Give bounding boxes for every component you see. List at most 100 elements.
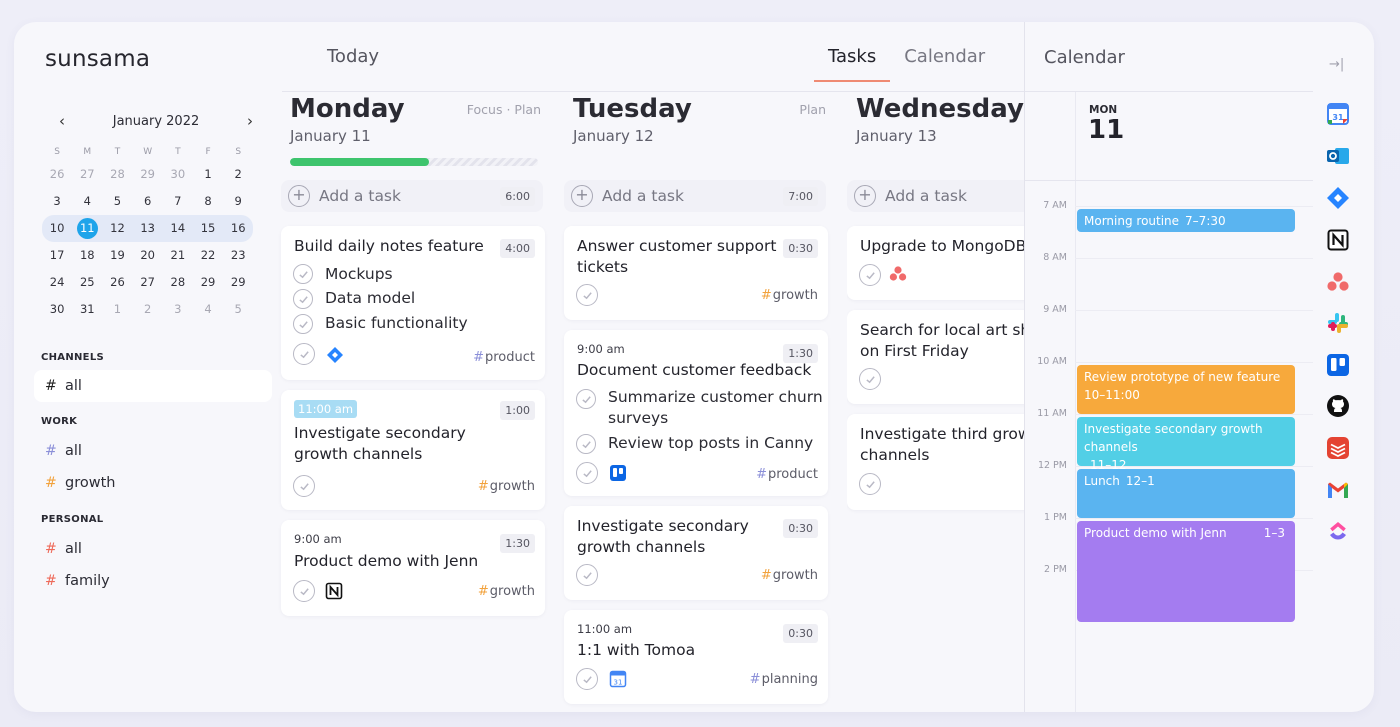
channel-tag[interactable]: #planning xyxy=(750,672,818,687)
calendar-day[interactable]: 29 xyxy=(133,161,163,188)
complete-task-checkbox[interactable] xyxy=(293,343,315,365)
calendar-day[interactable]: 11 xyxy=(72,215,103,242)
subtask-checkbox[interactable] xyxy=(576,389,596,409)
day-actions[interactable]: Plan xyxy=(799,102,826,117)
google-calendar-icon[interactable]: 31 xyxy=(1326,102,1350,126)
subtask-checkbox[interactable] xyxy=(293,264,313,284)
calendar-day[interactable]: 5 xyxy=(102,188,132,215)
calendar-day[interactable]: 5 xyxy=(223,296,253,323)
subtask-checkbox[interactable] xyxy=(293,289,313,309)
calendar-day[interactable]: 27 xyxy=(72,161,102,188)
asana-icon[interactable] xyxy=(1326,270,1350,294)
calendar-day[interactable]: 31 xyxy=(72,296,102,323)
complete-task-checkbox[interactable] xyxy=(293,580,315,602)
calendar-day[interactable]: 6 xyxy=(133,188,163,215)
calendar-day[interactable]: 25 xyxy=(72,269,102,296)
calendar-day[interactable]: 12 xyxy=(102,215,133,242)
add-task-button[interactable]: + Add a task 7:00 xyxy=(564,180,826,212)
calendar-day[interactable]: 23 xyxy=(223,242,253,269)
personal-channel-all[interactable]: # all xyxy=(34,533,272,565)
calendar-day[interactable]: 28 xyxy=(102,161,132,188)
calendar-day[interactable]: 15 xyxy=(192,215,224,242)
calendar-day[interactable]: 27 xyxy=(133,269,163,296)
calendar-event[interactable]: Morning routine 7–7:30 xyxy=(1077,209,1295,232)
collapse-panel-icon[interactable]: →| xyxy=(1329,57,1344,72)
calendar-day[interactable]: 18 xyxy=(72,242,102,269)
tab-calendar[interactable]: Calendar xyxy=(890,22,999,82)
calendar-day[interactable]: 16 xyxy=(223,215,254,242)
complete-task-checkbox[interactable] xyxy=(576,462,598,484)
calendar-day[interactable]: 1 xyxy=(102,296,132,323)
calendar-event[interactable]: Review prototype of new feature 10–11:00 xyxy=(1077,365,1295,414)
clickup-icon[interactable] xyxy=(1326,519,1350,543)
subtask-checkbox[interactable] xyxy=(576,434,596,454)
calendar-day[interactable]: 9 xyxy=(223,188,253,215)
todoist-icon[interactable] xyxy=(1326,436,1350,460)
calendar-day[interactable]: 2 xyxy=(133,296,163,323)
task-card[interactable]: Search for local art sho on First Friday xyxy=(847,310,1024,404)
calendar-day[interactable]: 30 xyxy=(42,296,72,323)
gmail-icon[interactable] xyxy=(1326,478,1350,502)
calendar-event[interactable]: Product demo with Jenn 1–3 xyxy=(1077,521,1295,622)
channel-tag[interactable]: #growth xyxy=(478,479,535,494)
calendar-day[interactable]: 29 xyxy=(223,269,253,296)
complete-task-checkbox[interactable] xyxy=(293,475,315,497)
prev-month-button[interactable]: ‹ xyxy=(54,112,70,130)
channel-tag[interactable]: #product xyxy=(756,467,818,482)
complete-task-checkbox[interactable] xyxy=(576,668,598,690)
calendar-day[interactable]: 20 xyxy=(133,242,163,269)
calendar-day[interactable]: 17 xyxy=(42,242,72,269)
calendar-day[interactable]: 3 xyxy=(163,296,193,323)
tab-tasks[interactable]: Tasks xyxy=(814,22,891,82)
calendar-day[interactable]: 19 xyxy=(102,242,132,269)
calendar-day[interactable]: 24 xyxy=(42,269,72,296)
calendar-day[interactable]: 1 xyxy=(193,161,223,188)
calendar-day[interactable]: 13 xyxy=(132,215,163,242)
add-task-button[interactable]: + Add a task xyxy=(847,180,1024,212)
work-channel-growth[interactable]: # growth xyxy=(34,467,272,499)
calendar-day[interactable]: 4 xyxy=(193,296,223,323)
task-card[interactable]: 11:00 am 0:30 1:1 with Tomoa 31 #plannin… xyxy=(564,610,828,704)
outlook-icon[interactable] xyxy=(1326,144,1350,168)
next-month-button[interactable]: › xyxy=(242,112,258,130)
task-card[interactable]: Investigate third growt channels xyxy=(847,414,1024,510)
channel-tag[interactable]: #growth xyxy=(761,288,818,303)
calendar-day[interactable]: 14 xyxy=(162,215,193,242)
complete-task-checkbox[interactable] xyxy=(576,284,598,306)
subtask-checkbox[interactable] xyxy=(293,314,313,334)
channel-all[interactable]: # all xyxy=(34,370,272,402)
channel-tag[interactable]: #growth xyxy=(478,584,535,599)
slack-icon[interactable] xyxy=(1326,311,1350,335)
jira-icon[interactable] xyxy=(1326,186,1350,210)
task-card[interactable]: Build daily notes feature 4:00 Mockups D… xyxy=(281,226,545,380)
task-card[interactable]: 11:00 am 1:00 Investigate secondary grow… xyxy=(281,390,545,510)
task-card[interactable]: 9:00 am 1:30 Document customer feedback … xyxy=(564,330,828,496)
trello-icon[interactable] xyxy=(1326,353,1350,377)
complete-task-checkbox[interactable] xyxy=(859,264,881,286)
calendar-day[interactable]: 8 xyxy=(193,188,223,215)
calendar-day[interactable]: 7 xyxy=(163,188,193,215)
calendar-day[interactable]: 26 xyxy=(42,161,72,188)
complete-task-checkbox[interactable] xyxy=(859,368,881,390)
notion-icon[interactable] xyxy=(1326,228,1350,252)
complete-task-checkbox[interactable] xyxy=(576,564,598,586)
channel-tag[interactable]: #product xyxy=(473,350,535,365)
task-card[interactable]: Answer customer support tickets 0:30 #gr… xyxy=(564,226,828,320)
calendar-day[interactable]: 30 xyxy=(163,161,193,188)
today-button[interactable]: Today xyxy=(327,46,379,67)
calendar-event[interactable]: Investigate secondary growth channels 11–… xyxy=(1077,417,1295,472)
task-card[interactable]: 9:00 am 1:30 Product demo with Jenn #gro… xyxy=(281,520,545,616)
personal-channel-family[interactable]: # family xyxy=(34,565,272,597)
calendar-day[interactable]: 3 xyxy=(42,188,72,215)
calendar-day[interactable]: 28 xyxy=(163,269,193,296)
calendar-day[interactable]: 29 xyxy=(193,269,223,296)
complete-task-checkbox[interactable] xyxy=(859,473,881,495)
calendar-day[interactable]: 26 xyxy=(102,269,132,296)
task-card[interactable]: Investigate secondary growth channels 0:… xyxy=(564,506,828,600)
calendar-day[interactable]: 2 xyxy=(223,161,253,188)
calendar-event[interactable]: Lunch 12–1 xyxy=(1077,469,1295,518)
work-channel-all[interactable]: # all xyxy=(34,435,272,467)
calendar-day[interactable]: 4 xyxy=(72,188,102,215)
channel-tag[interactable]: #growth xyxy=(761,568,818,583)
task-card[interactable]: Upgrade to MongoDB xyxy=(847,226,1024,300)
